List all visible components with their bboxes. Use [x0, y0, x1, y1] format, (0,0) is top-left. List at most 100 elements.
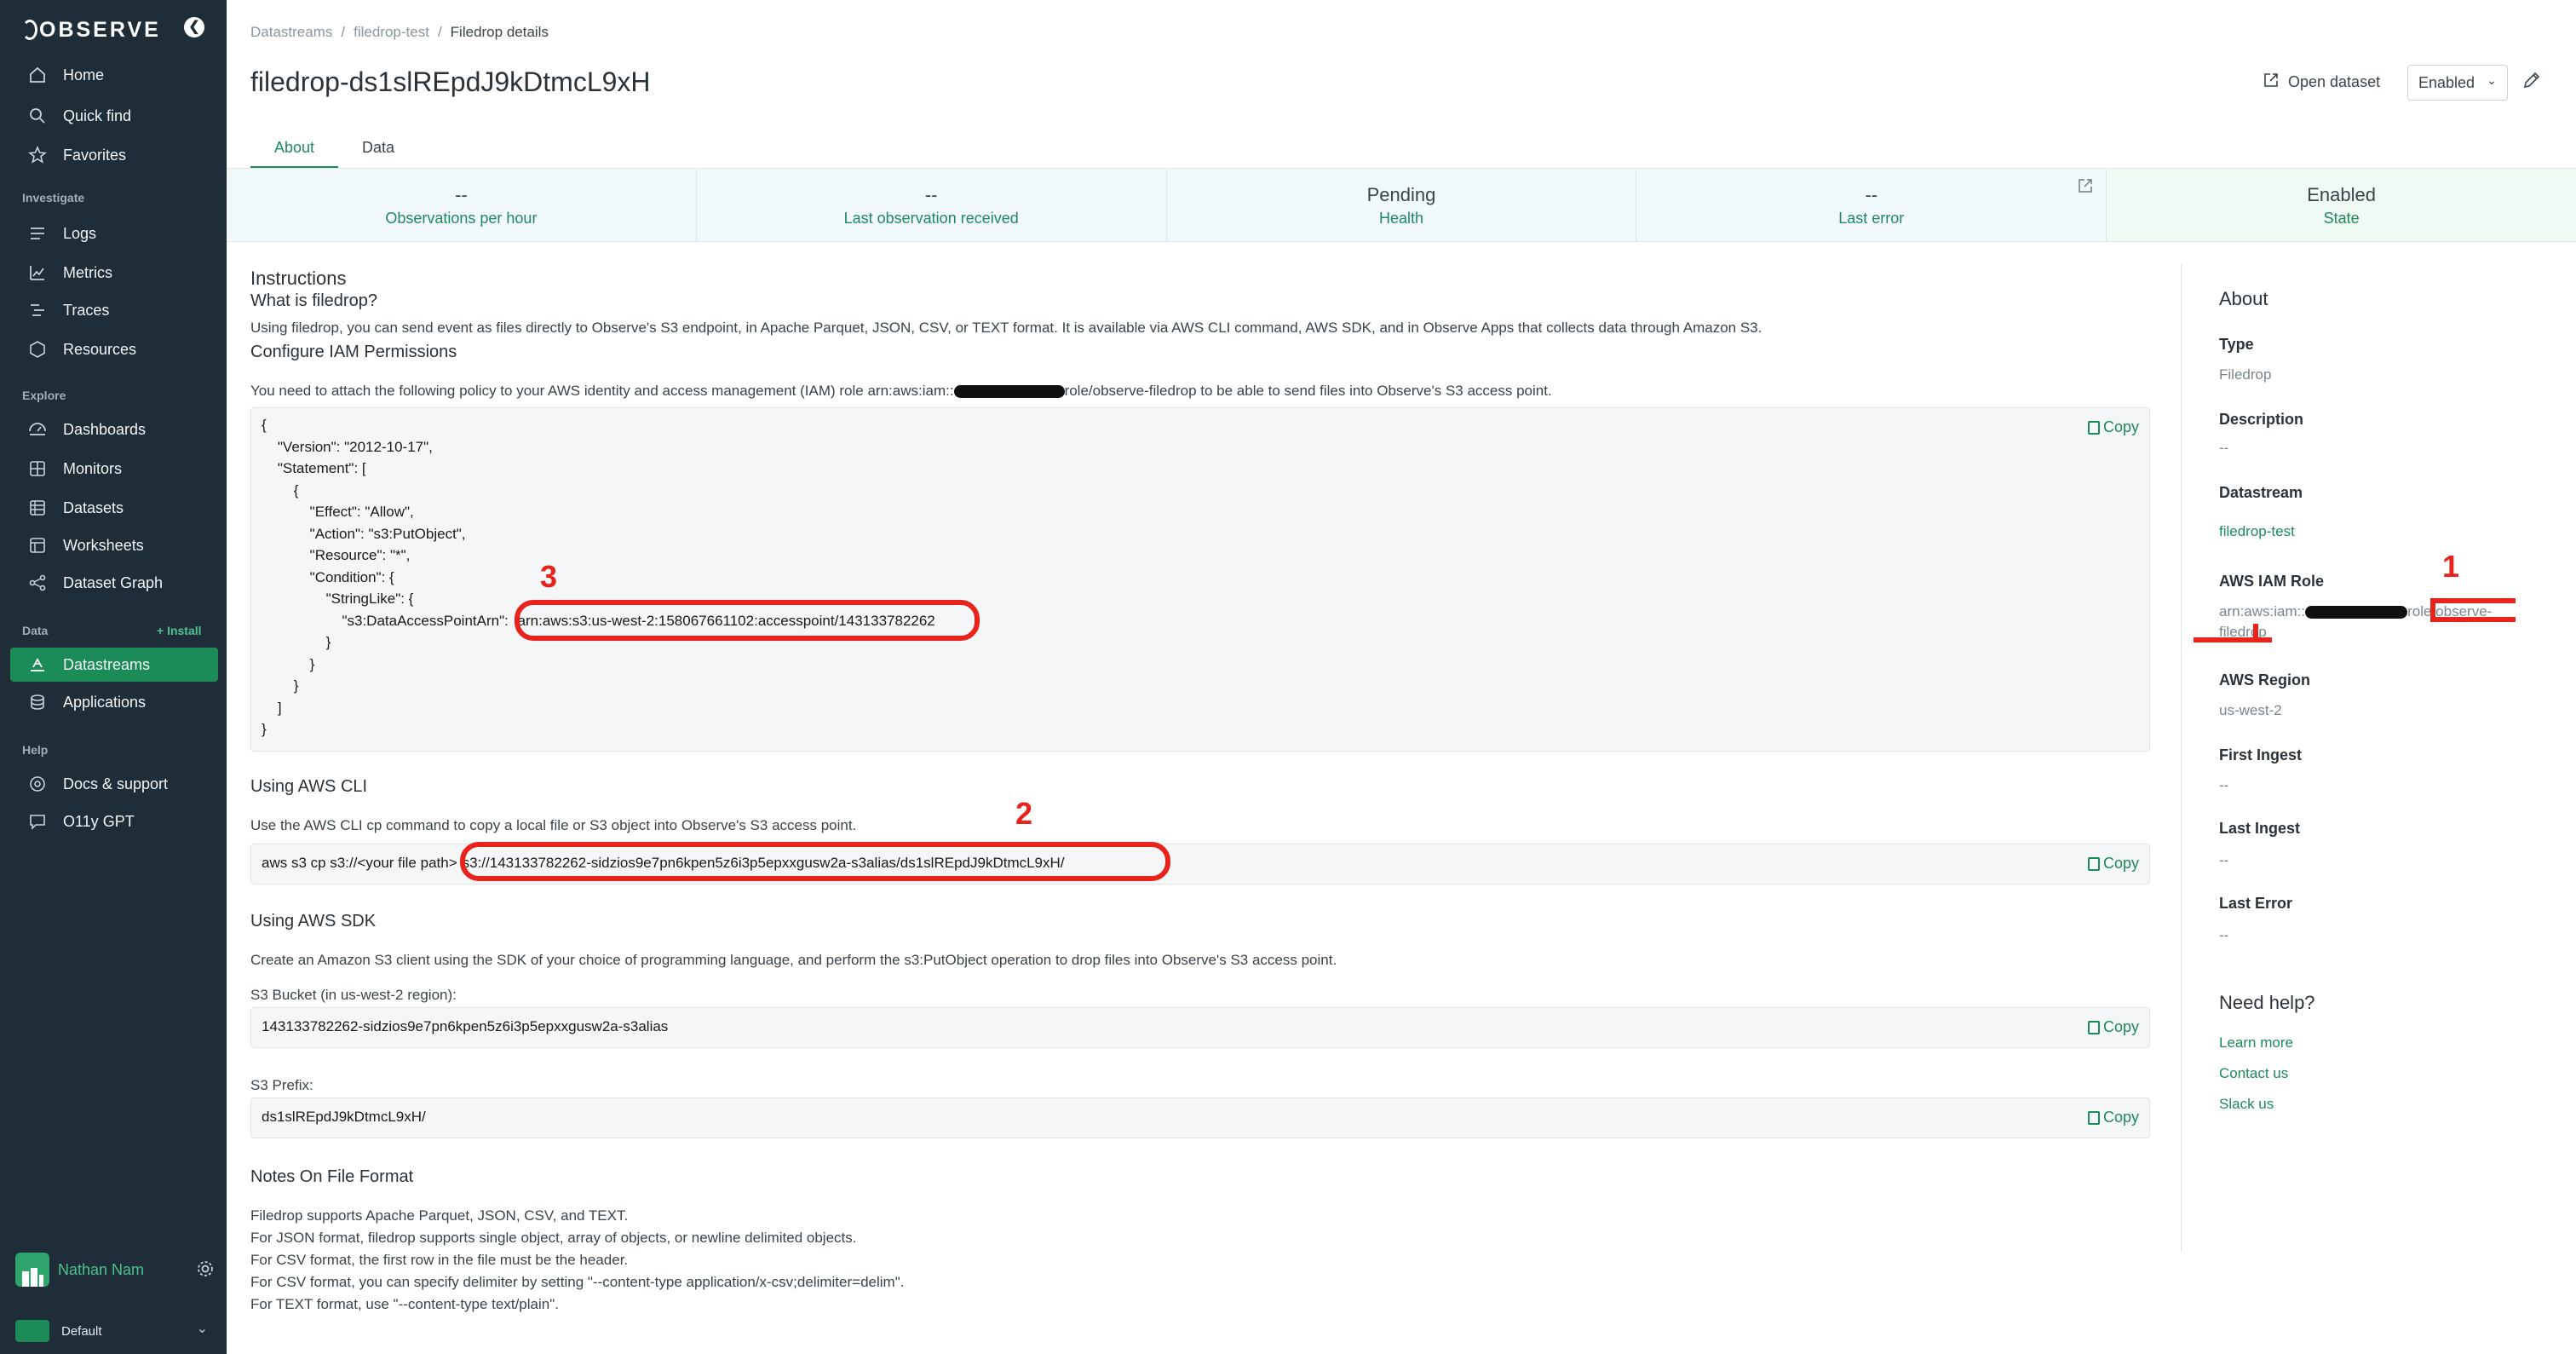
search-icon [27, 106, 48, 126]
stat-state: Enabled State [2107, 169, 2576, 241]
sidebar-item-o11y-gpt[interactable]: O11y GPT [10, 804, 218, 838]
help-icon [27, 774, 48, 794]
annotation-number-1: 1 [2442, 549, 2460, 584]
s3-prefix-label: S3 Prefix: [250, 1077, 313, 1093]
stat-value: Pending [1366, 184, 1436, 205]
learn-more-link[interactable]: Learn more [2219, 1034, 2293, 1052]
status-select-value: Enabled [2418, 73, 2475, 91]
policy-line: { [262, 482, 299, 498]
copy-label: Copy [2102, 418, 2139, 435]
user-profile[interactable]: Nathan Nam [10, 1246, 218, 1294]
graph-icon [27, 573, 48, 593]
last-ingest-label: Last Ingest [2219, 820, 2301, 837]
external-link-icon [2263, 72, 2280, 93]
s3-prefix-codebox: ds1slREpdJ9kDtmcL9xH/ Copy [250, 1098, 2150, 1138]
stat-observations-per-hour: -- Observations per hour [227, 169, 697, 241]
status-select[interactable]: Enabled ⌄ [2407, 65, 2508, 101]
edit-pencil-icon[interactable] [2521, 70, 2542, 95]
contact-us-link[interactable]: Contact us [2219, 1065, 2288, 1082]
sidebar-item-dataset-graph[interactable]: Dataset Graph [10, 566, 218, 600]
policy-line: "StringLike": { [262, 591, 414, 607]
sidebar-item-resources[interactable]: Resources [10, 332, 218, 366]
note-line: For CSV format, you can specify delimite… [250, 1274, 905, 1290]
stat-last-error: -- Last error [1636, 169, 2107, 241]
last-error-label: Last Error [2219, 895, 2293, 912]
sidebar-item-applications[interactable]: Applications [10, 685, 218, 719]
sidebar-item-datasets[interactable]: Datasets [10, 491, 218, 525]
observe-logo[interactable]: OBSERVE [22, 17, 161, 43]
first-ingest-value: -- [2219, 777, 2229, 793]
install-link[interactable]: + Install [157, 624, 202, 637]
workspace-name: Default [61, 1323, 102, 1339]
breadcrumb-datastreams[interactable]: Datastreams [250, 24, 332, 40]
section-data: Data [22, 624, 49, 637]
policy-line: { [262, 417, 267, 433]
settings-gear-icon[interactable] [196, 1259, 215, 1282]
stat-value: Enabled [2307, 184, 2376, 205]
stat-health: Pending Health [1167, 169, 1637, 241]
sidebar-item-logs[interactable]: Logs [10, 216, 218, 251]
iam-permissions-text: You need to attach the following policy … [250, 380, 1552, 401]
what-is-filedrop-text: Using filedrop, you can send event as fi… [250, 320, 1762, 336]
annotation-bar-1-left [2430, 598, 2435, 622]
sidebar-item-label: Datasets [63, 498, 124, 516]
sidebar-item-dashboards[interactable]: Dashboards [10, 412, 218, 447]
policy-line: "Action": "s3:PutObject", [262, 526, 466, 542]
logs-icon [27, 223, 48, 244]
datastream-link[interactable]: filedrop-test [2219, 523, 2295, 540]
what-is-filedrop-heading: What is filedrop? [250, 291, 377, 310]
s3-prefix-value: ds1slREpdJ9kDtmcL9xH/ [262, 1109, 426, 1125]
iam-permissions-heading: Configure IAM Permissions [250, 343, 457, 361]
iam-text-post: role/observe-filedrop to be able to send… [1064, 383, 1552, 399]
redacted-account-id [953, 385, 1065, 399]
breadcrumb-filedrop-test[interactable]: filedrop-test [354, 24, 429, 40]
sidebar-item-label: Quick find [63, 107, 132, 124]
workspace-switcher[interactable]: Default ⌄ [10, 1317, 218, 1345]
sidebar-item-label: Home [63, 66, 105, 84]
external-link-icon[interactable] [2077, 177, 2094, 199]
sidebar-item-metrics[interactable]: Metrics [10, 256, 218, 290]
slack-us-link[interactable]: Slack us [2219, 1096, 2274, 1113]
open-dataset-label: Open dataset [2288, 73, 2381, 90]
sidebar-item-docs-support[interactable]: Docs & support [10, 767, 218, 801]
sidebar-item-label: Docs & support [63, 775, 169, 792]
stat-value: -- [1865, 184, 1878, 205]
section-investigate: Investigate [22, 191, 85, 205]
copy-prefix-button[interactable]: Copy [2087, 1109, 2139, 1126]
sidebar-item-datastreams[interactable]: Datastreams [10, 648, 218, 682]
policy-line: } [262, 677, 299, 694]
star-icon [27, 145, 48, 165]
resources-icon [27, 339, 48, 360]
tab-about[interactable]: About [250, 136, 339, 169]
chevron-down-icon: ⌄ [196, 1322, 208, 1336]
copy-policy-button[interactable]: Copy [2087, 418, 2139, 436]
first-ingest-label: First Ingest [2219, 746, 2303, 763]
sidebar-item-monitors[interactable]: Monitors [10, 452, 218, 486]
applications-icon [27, 692, 48, 712]
tab-data[interactable]: Data [338, 136, 418, 169]
annotation-ring-2 [460, 842, 1170, 881]
policy-line: "Resource": "*", [262, 547, 411, 563]
policy-line: } [262, 656, 315, 672]
open-dataset-button[interactable]: Open dataset [2263, 72, 2380, 93]
role-prefix: arn:aws:iam:: [2219, 603, 2306, 619]
sidebar-item-label: Traces [63, 301, 110, 319]
stat-label: Observations per hour [385, 210, 538, 227]
sidebar-item-favorites[interactable]: Favorites [10, 138, 218, 172]
note-line: For CSV format, the first row in the fil… [250, 1252, 629, 1268]
collapse-sidebar-icon[interactable]: ❮ [184, 17, 204, 37]
metrics-icon [27, 262, 48, 283]
dataset-icon [27, 498, 48, 518]
workspace-icon [15, 1320, 49, 1342]
copy-cli-button[interactable]: Copy [2087, 855, 2139, 873]
copy-bucket-button[interactable]: Copy [2087, 1018, 2139, 1036]
sidebar-item-label: Applications [63, 693, 147, 711]
sidebar-item-traces[interactable]: Traces [10, 293, 218, 327]
avatar [15, 1253, 49, 1287]
sidebar-item-worksheets[interactable]: Worksheets [10, 528, 218, 562]
sidebar-item-label: Logs [63, 224, 97, 242]
type-value: Filedrop [2219, 366, 2272, 383]
s3-bucket-codebox: 143133782262-sidzios9e7pn6kpen5z6i3p5epx… [250, 1007, 2150, 1048]
sidebar-item-home[interactable]: Home [10, 58, 218, 92]
sidebar-item-quick-find[interactable]: Quick find [10, 99, 218, 133]
